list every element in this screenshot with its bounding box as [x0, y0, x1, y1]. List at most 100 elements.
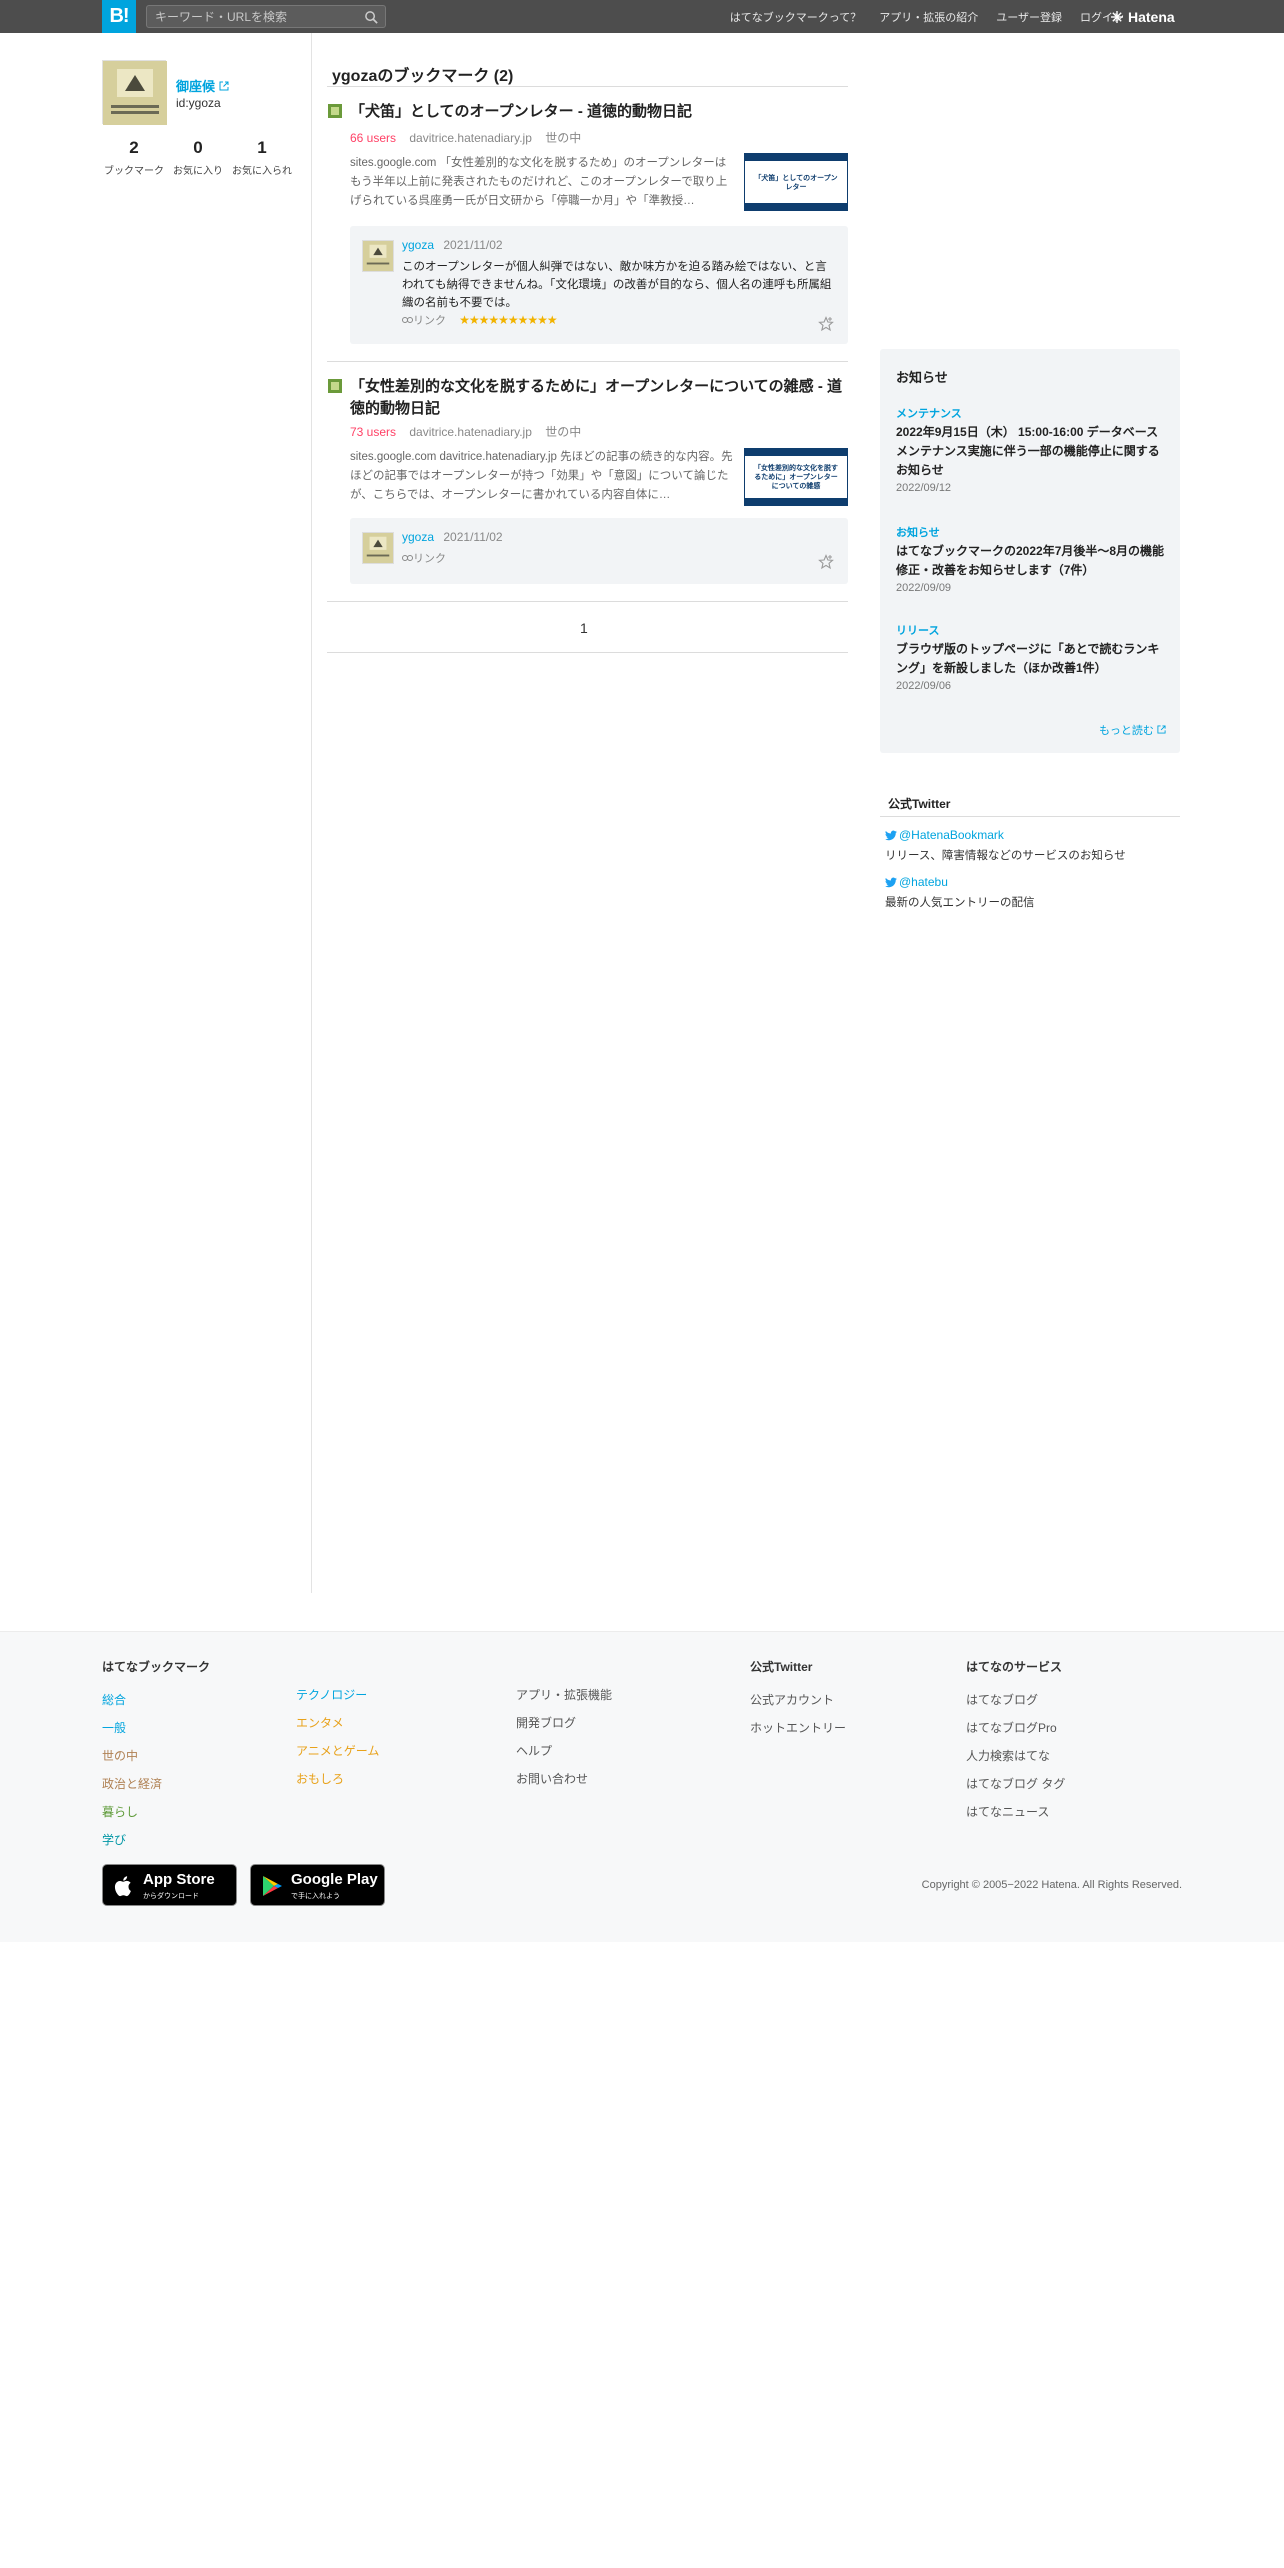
- thumb-title: 「犬笛」としてのオープンレター: [754, 175, 838, 191]
- news-category: リリース: [896, 625, 940, 637]
- commenter-avatar[interactable]: [362, 532, 394, 564]
- footer-cat-link[interactable]: エンタメ: [296, 1714, 379, 1731]
- footer-link[interactable]: はてなブログ: [966, 1691, 1065, 1708]
- twitter-bird-icon: [885, 877, 897, 887]
- entry-users[interactable]: 66 users: [350, 131, 396, 145]
- news-more-link[interactable]: もっと読む: [1099, 722, 1166, 738]
- comment-user[interactable]: ygoza: [402, 530, 434, 544]
- stat-favorites[interactable]: 0 お気に入り: [166, 138, 230, 177]
- comment-date[interactable]: 2021/11/02: [443, 530, 502, 544]
- star-row[interactable]: ★★★★★★★★★★: [459, 313, 558, 327]
- app-store-main: App Store: [143, 1871, 215, 1888]
- comment-link-label: リンク: [413, 315, 446, 327]
- news-panel: お知らせ メンテナンス 2022年9月15日（木） 15:00-16:00 デー…: [880, 349, 1180, 753]
- news-date: 2022/09/12: [896, 482, 952, 494]
- news-title: ブラウザ版のトップページに「あとで読むランキング」を新設しました（ほか改善1件）: [896, 642, 1160, 675]
- footer-link[interactable]: アプリ・拡張機能: [516, 1686, 612, 1703]
- twitter-bird-icon: [885, 830, 897, 840]
- entry-snippet: sites.google.com 「女性差別的な文化を脱するため」のオープンレタ…: [350, 157, 728, 207]
- stat-favorited-by[interactable]: 1 お気に入られ: [230, 138, 294, 177]
- nav-about[interactable]: はてなブックマークって？: [730, 9, 861, 25]
- commenter-avatar[interactable]: [362, 240, 394, 272]
- link-icon: [402, 317, 413, 323]
- footer-link[interactable]: はてなブログPro: [966, 1719, 1065, 1736]
- entry-domain[interactable]: davitrice.hatenadiary.jp: [409, 425, 532, 439]
- entry-users[interactable]: 73 users: [350, 425, 396, 439]
- thumb-title: 「女性差別的な文化を脱するために」オープンレターについての雑感: [754, 465, 838, 490]
- comment-date[interactable]: 2021/11/02: [443, 238, 502, 252]
- footer-link[interactable]: はてなニュース: [966, 1803, 1065, 1820]
- comment-text: このオープンレターが個人糾弾ではない、敵か味方かを迫る踏み絵ではない、と言われて…: [402, 261, 832, 309]
- global-header: B! はてなブックマークって？ アプリ・拡張の紹介 ユーザー登録 ログイン Ha…: [0, 0, 1284, 33]
- footer-cat-link[interactable]: 世の中: [102, 1747, 210, 1764]
- twitter-link[interactable]: @HatenaBookmark: [885, 828, 1126, 842]
- add-star-icon[interactable]: [818, 316, 834, 332]
- footer-link[interactable]: ホットエントリー: [750, 1719, 846, 1736]
- thumb-bar: [745, 498, 847, 505]
- footer-cat-link[interactable]: 政治と経済: [102, 1775, 210, 1792]
- footer-heading: 公式Twitter: [750, 1660, 813, 1674]
- site-favicon: [328, 379, 342, 393]
- comment-user[interactable]: ygoza: [402, 238, 434, 252]
- footer-cat-link[interactable]: 学び: [102, 1831, 210, 1848]
- twitter-handle: @hatebu: [899, 875, 948, 889]
- pager-current-page[interactable]: 1: [580, 620, 588, 636]
- footer-link[interactable]: 開発ブログ: [516, 1714, 612, 1731]
- footer-cat-link[interactable]: おもしろ: [296, 1770, 379, 1787]
- footer-cat-link[interactable]: テクノロジー: [296, 1686, 379, 1703]
- apple-icon: [114, 1876, 131, 1897]
- comment-link[interactable]: リンク: [402, 553, 446, 565]
- google-play-main: Google Play: [291, 1871, 378, 1888]
- entry-category[interactable]: 世の中: [545, 131, 581, 145]
- twitter-link[interactable]: @hatebu: [885, 875, 1035, 889]
- entry-title[interactable]: 「犬笛」としてのオープンレター - 道徳的動物日記: [350, 101, 850, 123]
- comment-link-row: リンク: [402, 550, 446, 566]
- entry-thumbnail[interactable]: 「女性差別的な文化を脱するために」オープンレターについての雑感: [744, 448, 848, 506]
- footer-cat-link[interactable]: 一般: [102, 1719, 210, 1736]
- link-icon: [402, 555, 413, 561]
- footer-col-misc: アプリ・拡張機能 開発ブログ ヘルプ お問い合わせ: [516, 1686, 612, 1798]
- search-box: [146, 5, 386, 28]
- hatena-bookmark-logo[interactable]: B!: [102, 0, 136, 33]
- news-item[interactable]: お知らせ はてなブックマークの2022年7月後半〜8月の機能修正・改善をお知らせ…: [896, 524, 1168, 594]
- footer-link[interactable]: 人力検索はてな: [966, 1747, 1065, 1764]
- footer-cat-link[interactable]: アニメとゲーム: [296, 1742, 379, 1759]
- google-play-badge[interactable]: Google Play で手に入れよう: [250, 1864, 385, 1906]
- profile-name-link[interactable]: 御座候: [176, 76, 229, 95]
- footer-cat-link[interactable]: 暮らし: [102, 1803, 210, 1820]
- stat-bookmarks[interactable]: 2 ブックマーク: [102, 138, 166, 177]
- profile-name: 御座候: [176, 79, 216, 94]
- search-input[interactable]: [147, 6, 347, 27]
- site-footer: はてなブックマーク 総合 一般 世の中 政治と経済 暮らし 学び テクノロジー …: [0, 1631, 1284, 1942]
- profile-id: id:ygoza: [176, 96, 221, 110]
- thumb-bar: [745, 154, 847, 161]
- entry-category[interactable]: 世の中: [545, 425, 581, 439]
- google-play-sub: で手に入れよう: [291, 1893, 340, 1900]
- footer-link[interactable]: はてなブログ タグ: [966, 1775, 1065, 1792]
- comment-link[interactable]: リンク: [402, 315, 449, 327]
- app-store-sub: からダウンロード: [143, 1893, 199, 1900]
- footer-link[interactable]: ヘルプ: [516, 1742, 612, 1759]
- entry-title[interactable]: 「女性差別的な文化を脱するために」オープンレターについての雑感 - 道徳的動物日…: [350, 376, 850, 420]
- hatena-brand-link[interactable]: Hatena: [1110, 0, 1175, 33]
- news-category: お知らせ: [896, 527, 940, 539]
- news-item[interactable]: メンテナンス 2022年9月15日（木） 15:00-16:00 データベースメ…: [896, 405, 1168, 494]
- entry-thumbnail[interactable]: 「犬笛」としてのオープンレター: [744, 153, 848, 211]
- nav-register[interactable]: ユーザー登録: [996, 9, 1062, 25]
- profile-avatar[interactable]: [102, 60, 167, 125]
- app-store-badge[interactable]: App Store からダウンロード: [102, 1864, 237, 1906]
- search-icon[interactable]: [364, 10, 379, 25]
- add-star-icon[interactable]: [818, 554, 834, 570]
- footer-link[interactable]: 公式アカウント: [750, 1691, 846, 1708]
- entry-domain[interactable]: davitrice.hatenadiary.jp: [409, 131, 532, 145]
- news-item[interactable]: リリース ブラウザ版のトップページに「あとで読むランキング」を新設しました（ほか…: [896, 622, 1168, 692]
- footer-link[interactable]: お問い合わせ: [516, 1770, 612, 1787]
- news-title: 2022年9月15日（木） 15:00-16:00 データベースメンテナンス実施…: [896, 425, 1160, 477]
- nav-apps[interactable]: アプリ・拡張の紹介: [879, 9, 978, 25]
- footer-cat-link[interactable]: 総合: [102, 1691, 210, 1708]
- column-divider: [311, 33, 312, 1593]
- footer-heading: はてなブックマーク: [102, 1660, 211, 1674]
- stat-value: 1: [257, 138, 267, 157]
- twitter-heading: 公式Twitter: [888, 797, 951, 811]
- twitter-handle: @HatenaBookmark: [899, 828, 1004, 842]
